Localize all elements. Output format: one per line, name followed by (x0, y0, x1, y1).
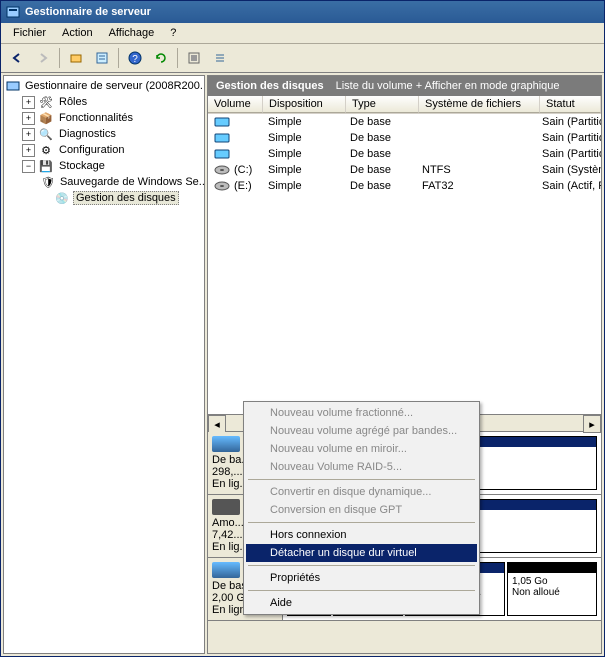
backup-icon: 🛡 (41, 174, 55, 190)
storage-icon: 💾 (38, 158, 54, 174)
menu-action[interactable]: Action (54, 25, 101, 41)
settings-button[interactable] (182, 46, 206, 70)
expand-icon[interactable]: + (22, 144, 35, 157)
ctx-separator (248, 590, 475, 591)
tree-config[interactable]: +⚙Configuration (22, 142, 202, 158)
toolbar: ? (1, 44, 604, 73)
window-title: Gestionnaire de serveur (25, 6, 151, 18)
forward-button (31, 46, 55, 70)
ctx-properties[interactable]: Propriétés (246, 569, 477, 587)
toolbar-separator (59, 48, 60, 68)
ctx-conv-dynamic: Convertir en disque dynamique... (246, 483, 477, 501)
volume-row[interactable]: SimpleDe baseSain (Partition principale) (208, 146, 601, 162)
panel-header: Gestion des disques Liste du volume + Af… (208, 76, 601, 96)
scroll-left-icon[interactable]: ◂ (208, 415, 226, 433)
ctx-detach-vhd[interactable]: Détacher un disque dur virtuel (246, 544, 477, 562)
tree-roles[interactable]: +🛠Rôles (22, 94, 202, 110)
titlebar: Gestionnaire de serveur (1, 1, 604, 23)
menubar: Fichier Action Affichage ? (1, 23, 604, 44)
roles-icon: 🛠 (38, 94, 54, 110)
tree-backup[interactable]: 🛡Sauvegarde de Windows Se... (38, 174, 202, 190)
ctx-new-spanned: Nouveau volume fractionné... (246, 404, 477, 422)
ctx-conv-gpt: Conversion en disque GPT (246, 501, 477, 519)
server-icon (5, 4, 21, 20)
ctx-new-mirror: Nouveau volume en miroir... (246, 440, 477, 458)
ctx-new-raid5: Nouveau Volume RAID-5... (246, 458, 477, 476)
volume-row[interactable]: (C:)SimpleDe baseNTFSSain (Système, Déma… (208, 162, 601, 178)
config-icon: ⚙ (38, 142, 54, 158)
tree-pane: Gestionnaire de serveur (2008R200...) +🛠… (3, 75, 205, 654)
disk-icon (212, 499, 240, 515)
volume-header: Volume Disposition Type Système de fichi… (208, 96, 601, 114)
tree-disk-mgmt[interactable]: 💿Gestion des disques (38, 190, 202, 206)
explore-button[interactable] (64, 46, 88, 70)
scroll-right-icon[interactable]: ▸ (583, 415, 601, 433)
menu-file[interactable]: Fichier (5, 25, 54, 41)
menu-help[interactable]: ? (162, 25, 184, 41)
col-status[interactable]: Statut (540, 96, 601, 113)
tree-diagnostics[interactable]: +🔍Diagnostics (22, 126, 202, 142)
col-disposition[interactable]: Disposition (263, 96, 346, 113)
volume-list: Volume Disposition Type Système de fichi… (208, 96, 601, 414)
collapse-icon[interactable]: − (22, 160, 35, 173)
list-button[interactable] (208, 46, 232, 70)
col-type[interactable]: Type (346, 96, 419, 113)
expand-icon[interactable]: + (22, 96, 35, 109)
diag-icon: 🔍 (38, 126, 54, 142)
volume-row[interactable]: SimpleDe baseSain (Partition principale) (208, 114, 601, 130)
features-icon: 📦 (38, 110, 54, 126)
col-volume[interactable]: Volume (208, 96, 263, 113)
toolbar-separator (118, 48, 119, 68)
ctx-separator (248, 522, 475, 523)
tree-features[interactable]: +📦Fonctionnalités (22, 110, 202, 126)
expand-icon[interactable]: + (22, 128, 35, 141)
ctx-help[interactable]: Aide (246, 594, 477, 612)
panel-subtitle: Liste du volume + Afficher en mode graph… (336, 80, 560, 92)
help-button[interactable]: ? (123, 46, 147, 70)
partition-unallocated[interactable]: 1,05 GoNon alloué (507, 562, 597, 616)
context-menu: Nouveau volume fractionné... Nouveau vol… (243, 401, 480, 615)
properties-button[interactable] (90, 46, 114, 70)
toolbar-separator (177, 48, 178, 68)
tree-root-item[interactable]: Gestionnaire de serveur (2008R200...) (6, 78, 202, 94)
panel-title: Gestion des disques (216, 80, 324, 92)
disk-icon (212, 562, 240, 578)
tree-storage[interactable]: −💾Stockage (22, 158, 202, 174)
volume-row[interactable]: (E:)SimpleDe baseFAT32Sain (Actif, Parti… (208, 178, 601, 194)
server-icon (6, 78, 20, 94)
volume-body: SimpleDe baseSain (Partition principale)… (208, 114, 601, 414)
menu-view[interactable]: Affichage (101, 25, 163, 41)
ctx-new-striped: Nouveau volume agrégé par bandes... (246, 422, 477, 440)
refresh-button[interactable] (149, 46, 173, 70)
col-filesystem[interactable]: Système de fichiers (419, 96, 540, 113)
disk-icon (212, 436, 240, 452)
svg-text:?: ? (132, 54, 138, 65)
ctx-offline[interactable]: Hors connexion (246, 526, 477, 544)
ctx-separator (248, 479, 475, 480)
back-button[interactable] (5, 46, 29, 70)
ctx-separator (248, 565, 475, 566)
disk-icon: 💿 (54, 190, 70, 206)
volume-row[interactable]: SimpleDe baseSain (Partition principale) (208, 130, 601, 146)
expand-icon[interactable]: + (22, 112, 35, 125)
